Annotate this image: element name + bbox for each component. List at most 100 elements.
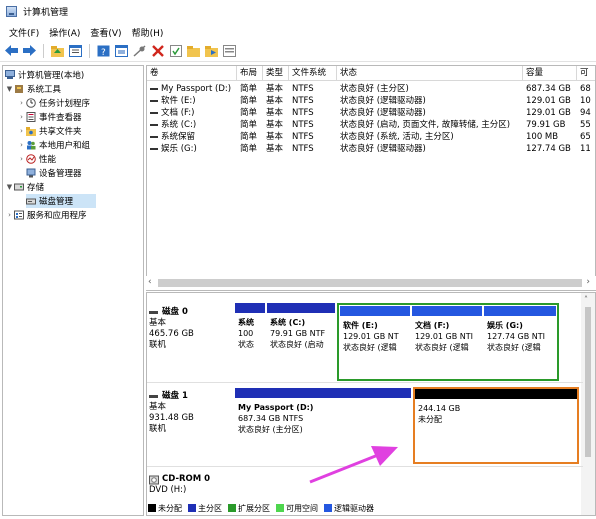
cell-text: 基本 (266, 84, 284, 94)
unallocated-space[interactable]: 244.14 GB 未分配 (413, 387, 579, 464)
cell-capacity: 687.34 GB (523, 83, 577, 95)
primary-partition-bar (235, 388, 411, 398)
partition-status: 状态良好 (逻辑 (415, 343, 469, 352)
cdrom-label[interactable]: CD-ROM 0 DVD (H:) (149, 474, 233, 496)
cell-volume: 娱乐 (G:) (147, 143, 237, 155)
legend-swatch (148, 504, 156, 512)
back-icon[interactable] (4, 43, 19, 58)
table-row[interactable]: 系统保留 简单 基本 NTFS 状态良好 (系统, 活动, 主分区) 100 MB 65 (147, 131, 595, 143)
column-header-volume[interactable]: 卷 (147, 66, 237, 81)
chevron-down-icon[interactable]: ▼ (5, 85, 14, 93)
export-icon[interactable] (204, 43, 219, 58)
cell-free: 94 (577, 107, 595, 119)
vertical-scroll-thumb[interactable] (585, 307, 591, 457)
cell-layout: 简单 (237, 95, 263, 107)
unallocated-status: 未分配 (418, 415, 442, 424)
legend-item: 未分配 (148, 503, 182, 514)
partition-documents-f[interactable]: 文档 (F:) 129.01 GB NTI 状态良好 (逻辑 (412, 306, 482, 378)
table-row[interactable]: My Passport (D:) 简单 基本 NTFS 状态良好 (主分区) 687.34… (147, 83, 595, 95)
volume-icon (150, 87, 158, 90)
column-header-type[interactable]: 类型 (263, 66, 289, 81)
check-icon[interactable] (168, 43, 183, 58)
column-header-free[interactable]: 可 (577, 66, 595, 81)
cell-free: 65 (577, 131, 595, 143)
cell-text: 94 (580, 108, 591, 118)
chevron-right-icon[interactable]: › (17, 99, 26, 107)
tree-item-local-users[interactable]: › 本地用户和组 (17, 138, 90, 152)
legend: 未分配 主分区 扩展分区 可用空间 逻辑驱动器 (148, 501, 377, 515)
menu-file[interactable]: 文件(F) (4, 26, 44, 39)
disk-view: ˄ 磁盘 0 基本 465.76 GB 联机 系统 100 状态 系统 (C:)… (146, 292, 596, 516)
tree-item-device-manager[interactable]: 设备管理器 (26, 166, 82, 180)
scroll-up-icon[interactable]: ˄ (584, 295, 588, 304)
disk-0-label[interactable]: 磁盘 0 基本 465.76 GB 联机 (149, 307, 233, 351)
chevron-right-icon[interactable]: › (17, 155, 26, 163)
horizontal-scrollbar[interactable]: ‹ › (146, 276, 596, 290)
cell-filesystem: NTFS (289, 143, 337, 155)
horizontal-scroll-thumb[interactable] (158, 279, 582, 287)
disk-1-name: 磁盘 1 (162, 391, 188, 401)
menu-view[interactable]: 查看(V) (85, 26, 126, 39)
scroll-left-icon[interactable]: ‹ (148, 277, 152, 287)
partition-my-passport-d[interactable]: My Passport (D:) 687.34 GB NTFS 状态良好 (主分… (235, 388, 411, 464)
cell-capacity: 100 MB (523, 131, 577, 143)
cell-text: NTFS (292, 120, 314, 130)
disk-1-label[interactable]: 磁盘 1 基本 931.48 GB 联机 (149, 391, 233, 435)
tree-item-disk-management[interactable]: 磁盘管理 (26, 194, 96, 208)
scroll-right-icon[interactable]: › (586, 277, 590, 287)
chevron-right-icon[interactable]: › (17, 127, 26, 135)
tree-item-storage[interactable]: ▼ 存储 (5, 180, 44, 194)
properties-icon[interactable] (114, 43, 129, 58)
partition-size: 687.34 GB NTFS (238, 414, 304, 423)
cell-free: 10 (577, 95, 595, 107)
forward-icon[interactable] (22, 43, 37, 58)
chevron-right-icon[interactable]: › (17, 141, 26, 149)
cell-text: NTFS (292, 132, 314, 142)
table-row[interactable]: 文档 (F:) 简单 基本 NTFS 状态良好 (逻辑驱动器) 129.01 GB 94 (147, 107, 595, 119)
partition-entertainment-g[interactable]: 娱乐 (G:) 127.74 GB NTI 状态良好 (逻辑 (484, 306, 556, 378)
up-icon[interactable] (50, 43, 65, 58)
cell-status: 状态良好 (逻辑驱动器) (337, 95, 523, 107)
menu-help[interactable]: 帮助(H) (127, 26, 169, 39)
delete-icon[interactable] (150, 43, 165, 58)
tree-item-performance[interactable]: › 性能 (17, 152, 56, 166)
tree-item-event-viewer[interactable]: › 事件查看器 (17, 110, 82, 124)
tree-item-task-scheduler[interactable]: › 任务计划程序 (17, 96, 90, 110)
cell-type: 基本 (263, 143, 289, 155)
tree-label-services: 服务和应用程序 (27, 211, 87, 221)
storage-icon (14, 182, 24, 192)
cell-text: 基本 (266, 96, 284, 106)
disk-1-size: 931.48 GB (149, 413, 194, 423)
menu-bar: 文件(F) 操作(A) 查看(V) 帮助(H) (0, 24, 596, 40)
column-header-status[interactable]: 状态 (337, 66, 523, 81)
column-header-layout[interactable]: 布局 (237, 66, 263, 81)
table-row[interactable]: 软件 (E:) 简单 基本 NTFS 状态良好 (逻辑驱动器) 129.01 GB 10 (147, 95, 595, 107)
vertical-scrollbar[interactable]: ˄ (581, 293, 595, 515)
cell-text: 简单 (240, 132, 258, 142)
view-icon[interactable] (222, 43, 237, 58)
tree-item-services[interactable]: › 服务和应用程序 (5, 208, 87, 222)
chevron-right-icon[interactable]: › (17, 113, 26, 121)
cell-text: 文档 (F:) (161, 108, 195, 118)
folder-icon[interactable] (186, 43, 201, 58)
tree-label-system-tools: 系统工具 (27, 85, 62, 95)
partition-software-e[interactable]: 软件 (E:) 129.01 GB NT 状态良好 (逻辑 (340, 306, 410, 378)
tree-item-root[interactable]: 计算机管理(本地) (5, 68, 84, 82)
help-icon[interactable]: ? (96, 43, 111, 58)
cell-text: 简单 (240, 96, 258, 106)
table-row[interactable]: 系统 (C:) 简单 基本 NTFS 状态良好 (启动, 页面文件, 故障转储, 主分区… (147, 119, 595, 131)
column-header-filesystem[interactable]: 文件系统 (289, 66, 337, 81)
tree-item-system-tools[interactable]: ▼ 系统工具 (5, 82, 61, 96)
menu-action[interactable]: 操作(A) (44, 26, 85, 39)
tree-item-shared-folders[interactable]: › 共享文件夹 (17, 124, 82, 138)
chevron-down-icon[interactable]: ▼ (5, 183, 14, 191)
show-tree-icon[interactable] (68, 43, 83, 58)
legend-label: 逻辑驱动器 (334, 503, 374, 513)
column-header-capacity[interactable]: 容量 (523, 66, 577, 81)
table-row[interactable]: 娱乐 (G:) 简单 基本 NTFS 状态良好 (逻辑驱动器) 127.74 GB 11 (147, 143, 595, 155)
connect-icon[interactable] (132, 43, 147, 58)
volume-list-header: 卷 布局 类型 文件系统 状态 容量 可 (147, 66, 595, 81)
chevron-right-icon[interactable]: › (5, 211, 14, 219)
partition-system-c[interactable]: 系统 (C:) 79.91 GB NTF 状态良好 (启动 (267, 303, 335, 380)
partition-system-reserved[interactable]: 系统 100 状态 (235, 303, 265, 380)
